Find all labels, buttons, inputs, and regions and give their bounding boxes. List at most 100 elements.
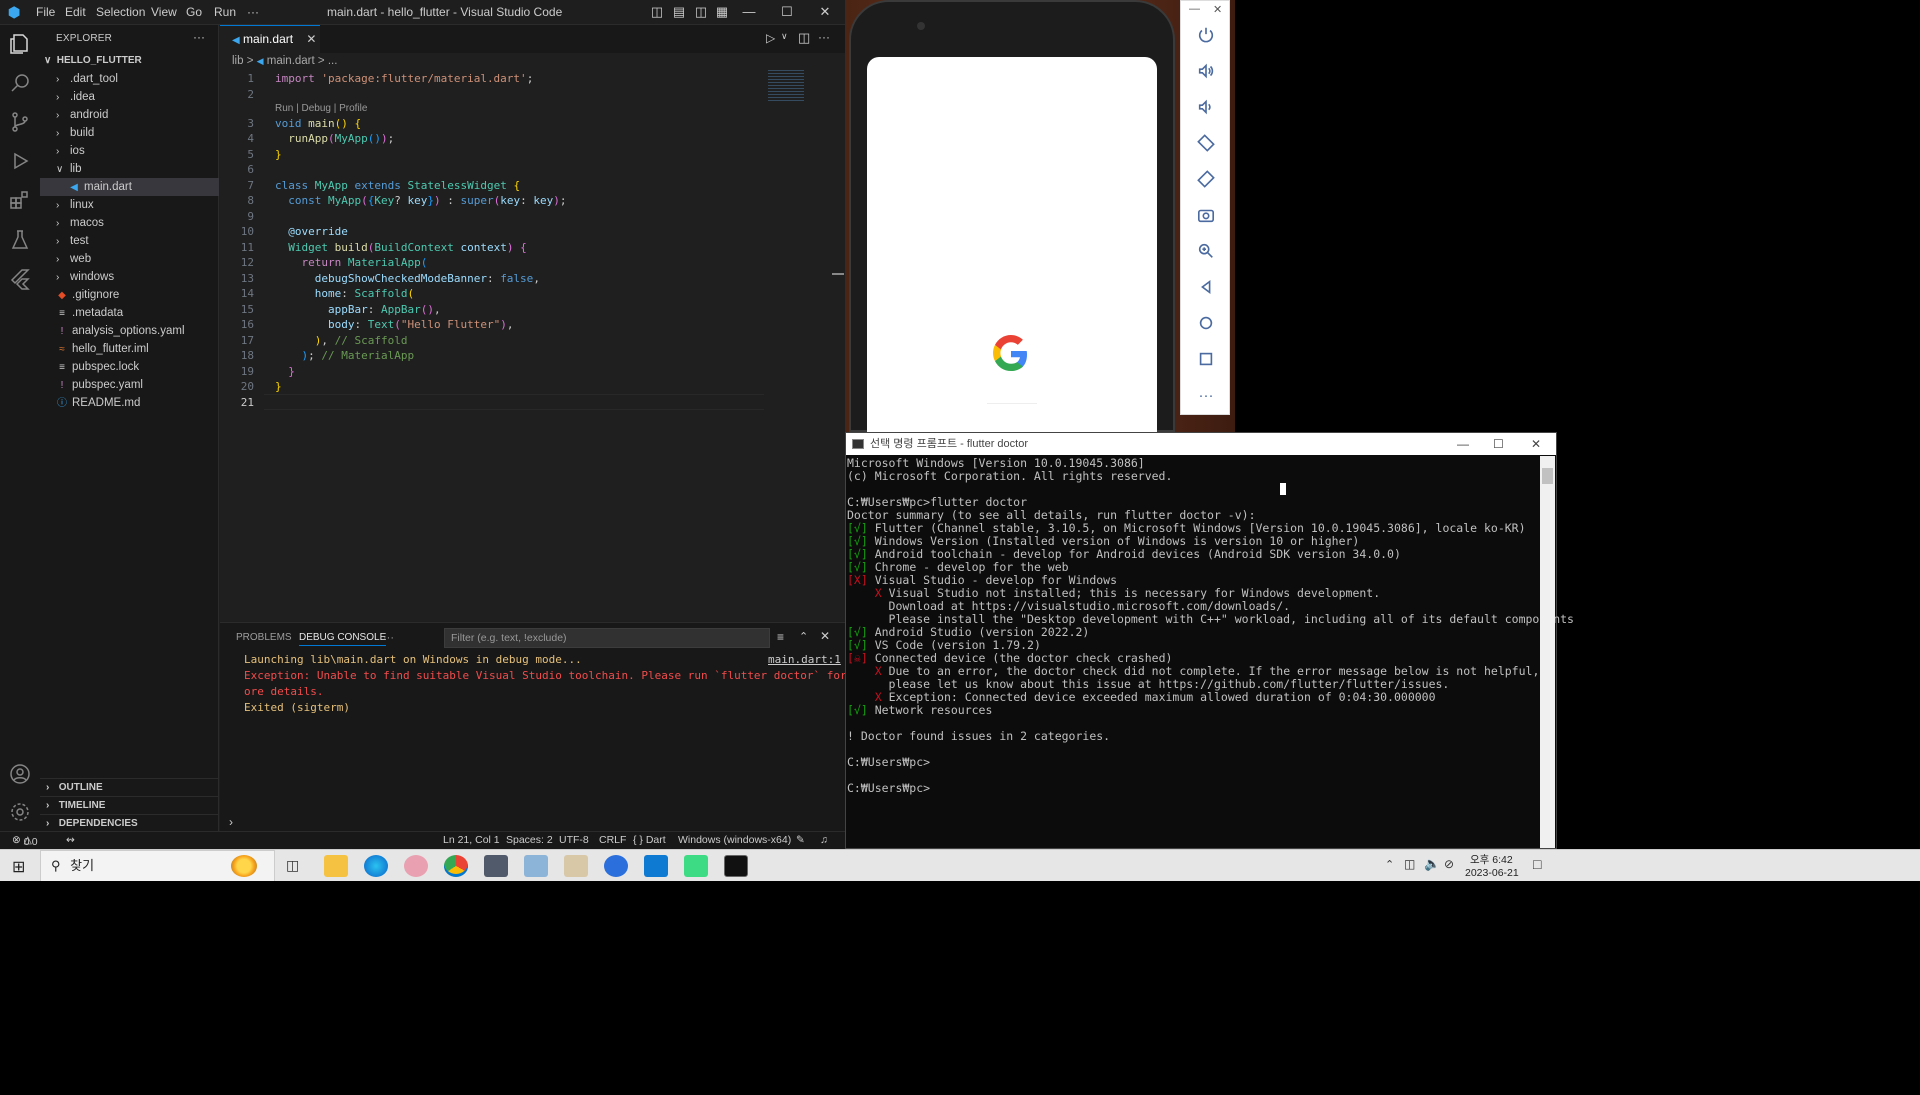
clock-time[interactable]: 오후 6:42 bbox=[1470, 852, 1513, 867]
phone-screen[interactable] bbox=[867, 57, 1157, 434]
notification-center-icon[interactable]: □ bbox=[1533, 856, 1541, 872]
cmd-scrollbar[interactable] bbox=[1540, 456, 1555, 848]
tree-file[interactable]: ◆ .gitignore bbox=[40, 286, 219, 304]
emulator-close-icon[interactable]: ✕ bbox=[1213, 3, 1222, 16]
tray-chevron-up-icon[interactable]: ⌃ bbox=[1385, 858, 1394, 871]
minimap[interactable] bbox=[768, 70, 804, 102]
overview-icon[interactable] bbox=[1196, 350, 1216, 370]
tree-file[interactable]: ≡ pubspec.lock bbox=[40, 358, 219, 376]
split-editor-icon[interactable]: ◫ bbox=[798, 30, 810, 46]
calculator-icon[interactable] bbox=[484, 855, 508, 877]
breadcrumb-file[interactable]: main.dart bbox=[267, 55, 315, 67]
maximize-icon[interactable]: ☐ bbox=[779, 5, 795, 19]
customize-layout-icon[interactable]: ▦ bbox=[714, 5, 730, 19]
tree-folder[interactable]: › build bbox=[40, 124, 219, 142]
port-forward-icon[interactable]: ↭ bbox=[66, 834, 75, 846]
source-link[interactable]: main.dart:1 bbox=[768, 653, 841, 666]
cmd-taskbar-icon[interactable] bbox=[724, 855, 748, 877]
network-icon[interactable]: ◫ bbox=[1404, 857, 1415, 871]
run-dropdown-icon[interactable]: ∨ bbox=[781, 31, 788, 42]
task-view-icon[interactable]: ◫ bbox=[286, 857, 299, 874]
account-icon[interactable] bbox=[8, 762, 32, 786]
explorer-icon[interactable] bbox=[8, 32, 32, 56]
tree-file[interactable]: ! pubspec.yaml bbox=[40, 376, 219, 394]
problems-status[interactable]: ⊗ 0 △ 0 bbox=[12, 834, 38, 848]
clear-console-icon[interactable]: ≡ bbox=[777, 630, 784, 644]
volume-up-icon[interactable] bbox=[1196, 62, 1216, 82]
toggle-panel-icon[interactable]: ▤ bbox=[671, 5, 687, 19]
device-selector[interactable]: Windows (windows-x64) bbox=[678, 834, 791, 846]
more-icon[interactable]: ··· bbox=[1196, 386, 1216, 406]
power-icon[interactable] bbox=[1196, 26, 1216, 46]
chevron-right-icon[interactable]: › bbox=[229, 815, 233, 829]
menu-more[interactable]: ··· bbox=[247, 5, 259, 19]
back-icon[interactable] bbox=[1196, 278, 1216, 298]
tree-file[interactable]: ⓘ README.md bbox=[40, 394, 219, 412]
ime-icon[interactable]: ⊘ bbox=[1444, 857, 1454, 871]
edge-browser-icon[interactable] bbox=[364, 855, 388, 877]
tab-debug-console[interactable]: DEBUG CONSOLE bbox=[299, 632, 387, 646]
timeline-section[interactable]: › TIMELINE bbox=[40, 796, 219, 814]
breadcrumb-lib[interactable]: lib bbox=[232, 55, 244, 67]
cmd-maximize-icon[interactable]: ☐ bbox=[1493, 433, 1504, 455]
tree-folder[interactable]: › linux bbox=[40, 196, 219, 214]
clock-date[interactable]: 2023-06-21 bbox=[1465, 867, 1519, 879]
rotate-right-icon[interactable] bbox=[1196, 170, 1216, 190]
camera-icon[interactable] bbox=[1196, 206, 1216, 226]
maximize-panel-icon[interactable]: ⌃ bbox=[799, 630, 808, 643]
cmd-close-icon[interactable]: ✕ bbox=[1531, 433, 1541, 455]
file-explorer-icon[interactable] bbox=[324, 855, 348, 877]
menu-view[interactable]: View bbox=[151, 5, 177, 19]
panel-more-button[interactable]: ··· bbox=[383, 632, 394, 644]
snipping-tool-icon[interactable] bbox=[404, 855, 428, 877]
source-control-icon[interactable] bbox=[8, 110, 32, 134]
volume-icon[interactable]: 🔈 bbox=[1424, 856, 1440, 872]
notifications-bell-icon[interactable]: ♫ bbox=[820, 834, 828, 846]
tree-file[interactable]: ≈ hello_flutter.iml bbox=[40, 340, 219, 358]
run-icon[interactable]: ▷ bbox=[766, 31, 775, 45]
search-icon[interactable] bbox=[8, 71, 32, 95]
tree-folder[interactable]: › macos bbox=[40, 214, 219, 232]
encoding[interactable]: UTF-8 bbox=[559, 834, 589, 846]
flutter-icon[interactable] bbox=[8, 267, 32, 291]
console-filter-input[interactable]: Filter (e.g. text, !exclude) bbox=[444, 628, 770, 648]
workspace-root[interactable]: ∨ HELLO_FLUTTER bbox=[40, 52, 219, 70]
menu-selection[interactable]: Selection bbox=[96, 5, 145, 19]
tree-file[interactable]: ! analysis_options.yaml bbox=[40, 322, 219, 340]
breadcrumb-symbols[interactable]: ... bbox=[328, 55, 338, 67]
scroll-thumb[interactable] bbox=[1542, 468, 1553, 484]
editor-more-icon[interactable]: ··· bbox=[818, 30, 830, 44]
settings-gear-icon[interactable] bbox=[8, 800, 32, 824]
toggle-secondary-sidebar-icon[interactable]: ◫ bbox=[693, 5, 709, 19]
close-icon[interactable]: ✕ bbox=[817, 5, 833, 19]
tree-folder[interactable]: › .idea bbox=[40, 88, 219, 106]
home-icon[interactable] bbox=[1196, 314, 1216, 334]
testing-icon[interactable] bbox=[8, 228, 32, 252]
extensions-icon[interactable] bbox=[8, 188, 32, 212]
menu-edit[interactable]: Edit bbox=[65, 5, 86, 19]
weather-widget-icon[interactable] bbox=[231, 855, 257, 877]
tab-problems[interactable]: PROBLEMS bbox=[236, 632, 292, 643]
toggle-sidebar-icon[interactable]: ◫ bbox=[649, 5, 665, 19]
app-icon[interactable] bbox=[604, 855, 628, 877]
android-studio-icon[interactable] bbox=[564, 855, 588, 877]
cmd-minimize-icon[interactable]: — bbox=[1457, 433, 1469, 455]
vscode-taskbar-icon[interactable] bbox=[644, 855, 668, 877]
run-debug-icon[interactable] bbox=[8, 149, 32, 173]
emulator-minimize-icon[interactable]: — bbox=[1189, 3, 1200, 15]
cmd-output[interactable]: Microsoft Windows [Version 10.0.19045.30… bbox=[847, 457, 1574, 847]
tree-folder[interactable]: › test bbox=[40, 232, 219, 250]
tab-close-icon[interactable]: ✕ bbox=[306, 32, 316, 46]
menu-file[interactable]: File bbox=[36, 5, 55, 19]
start-windows-icon[interactable]: ⊞ bbox=[12, 857, 25, 877]
tree-folder[interactable]: ∨ lib bbox=[40, 160, 219, 178]
explorer-more-button[interactable]: ··· bbox=[193, 30, 205, 44]
outline-section[interactable]: › OUTLINE bbox=[40, 778, 219, 796]
tree-folder[interactable]: › android bbox=[40, 106, 219, 124]
tree-folder[interactable]: › windows bbox=[40, 268, 219, 286]
line-ending[interactable]: CRLF bbox=[599, 834, 626, 846]
tree-file[interactable]: ◀ main.dart bbox=[40, 178, 219, 196]
zoom-icon[interactable] bbox=[1196, 242, 1216, 262]
minimize-icon[interactable]: — bbox=[741, 5, 757, 19]
indentation[interactable]: Spaces: 2 bbox=[506, 834, 553, 846]
